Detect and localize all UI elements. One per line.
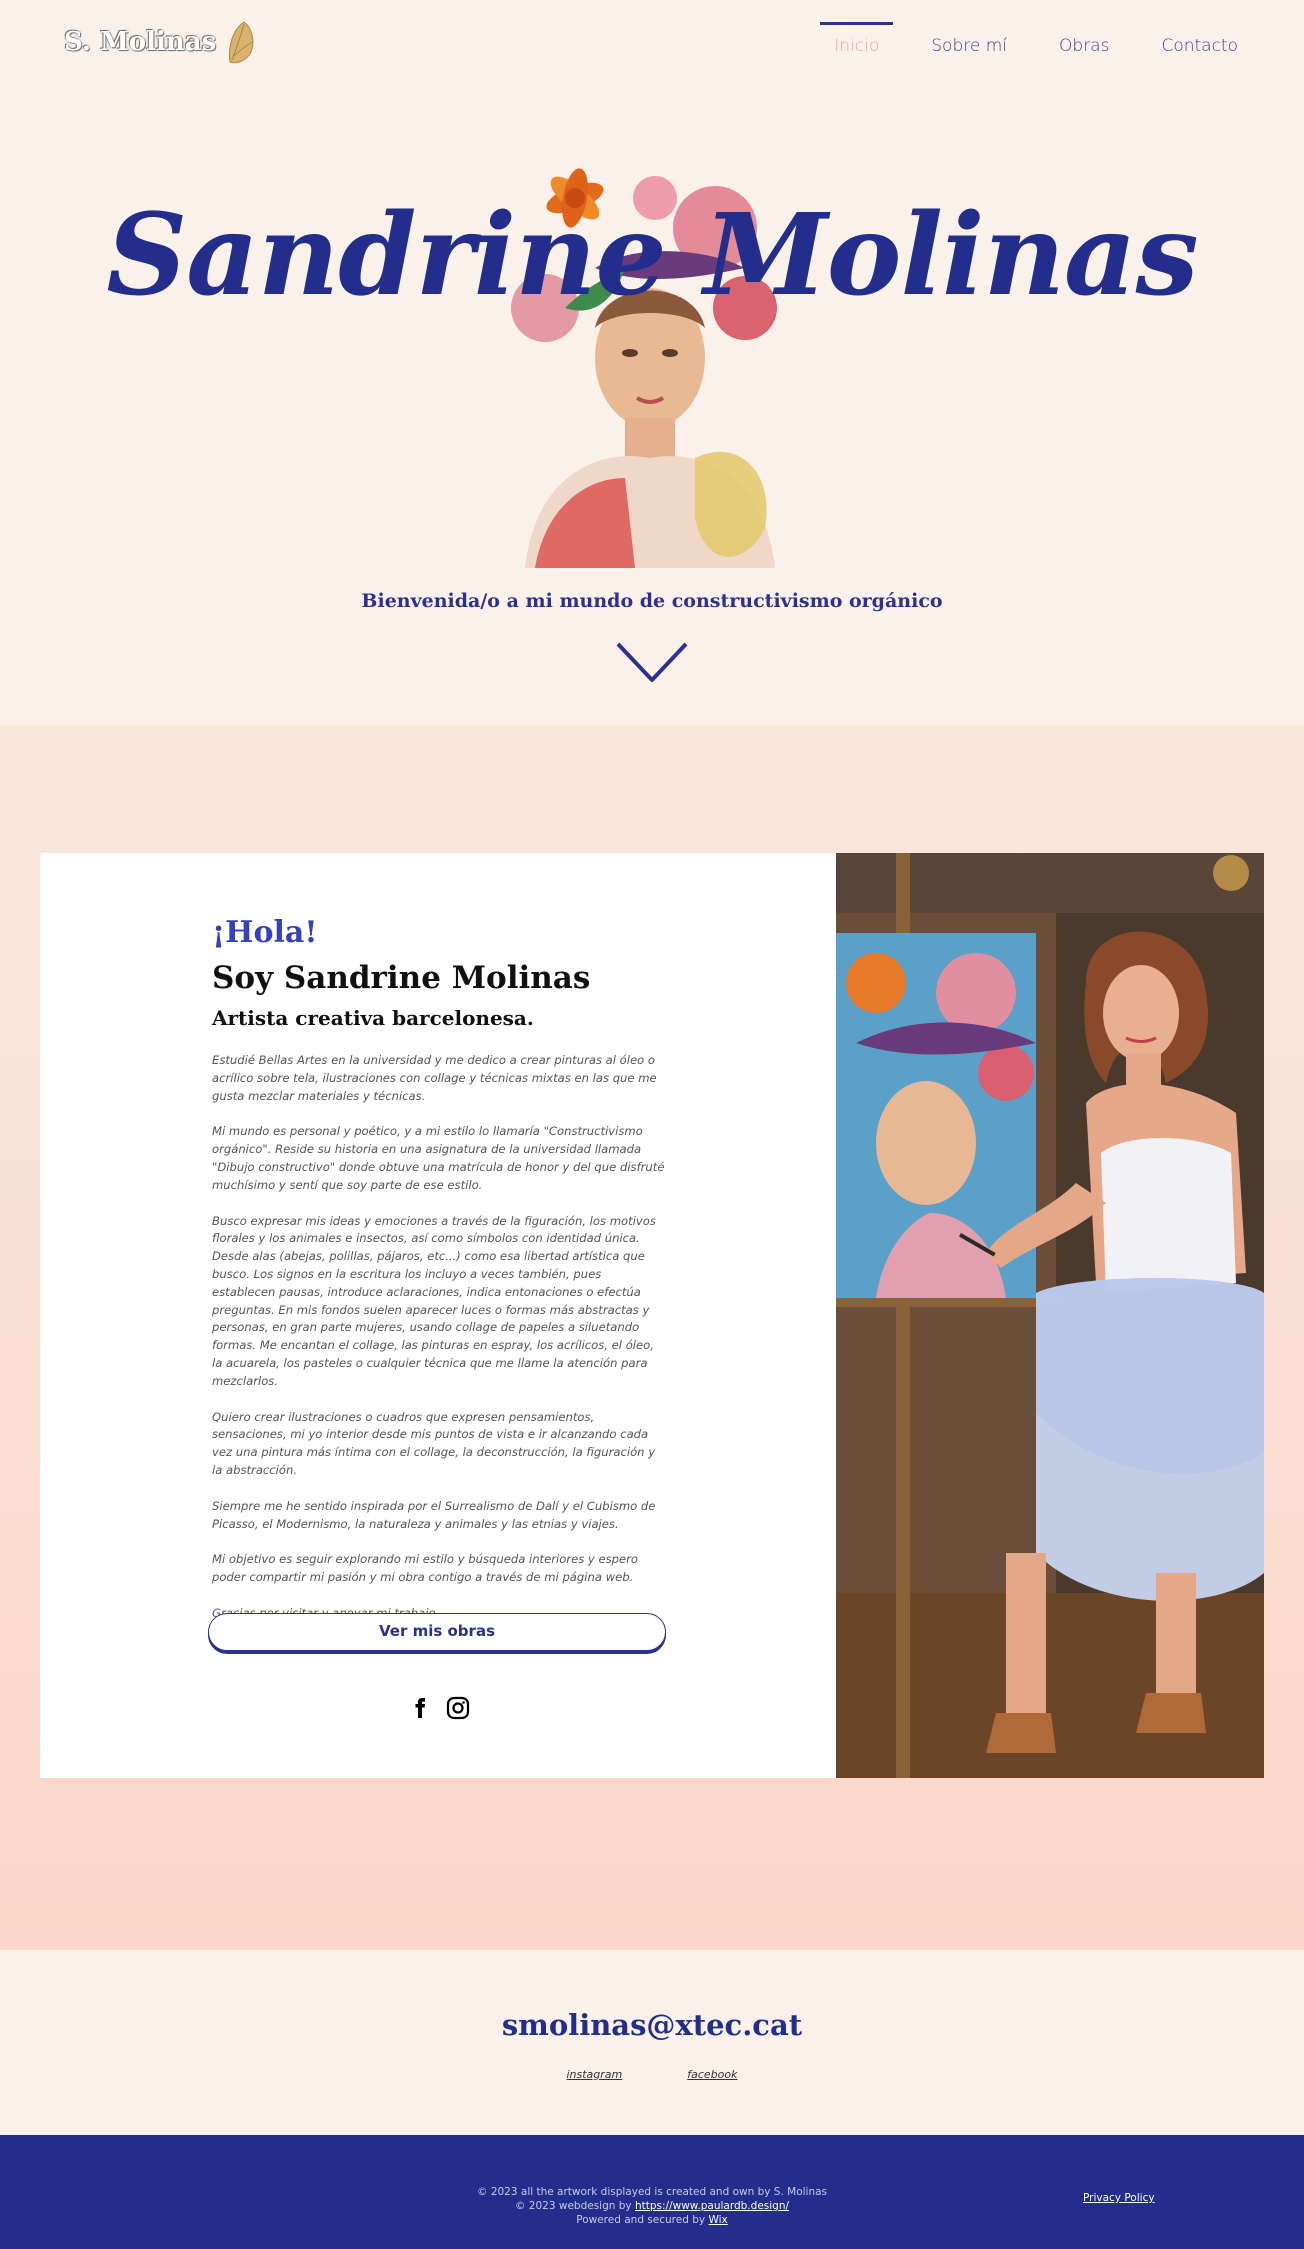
hero-section: Sandrine Molinas Bienvenida/o a mi mundo… <box>0 90 1304 725</box>
footer-webdesign-label: © 2023 webdesign by <box>514 2200 635 2212</box>
bio-paragraph: Quiero crear ilustraciones o cuadros que… <box>212 1409 656 1477</box>
about-card: ¡Hola! Soy Sandrine Molinas Artista crea… <box>40 853 836 1778</box>
footer-powered: Powered and secured by Wix <box>0 2213 1304 2227</box>
artist-photo-image <box>836 853 1264 1778</box>
about-content: ¡Hola! Soy Sandrine Molinas Artista crea… <box>212 915 702 1641</box>
nav-item-inicio[interactable]: Inicio <box>808 22 905 70</box>
instagram-link[interactable]: instagram <box>566 2068 622 2081</box>
wix-link[interactable]: Wix <box>708 2214 727 2226</box>
contact-section: smolinas@xtec.cat instagram facebook <box>0 1950 1304 2135</box>
site-footer: © 2023 all the artwork displayed is crea… <box>0 2135 1304 2249</box>
webdesign-link[interactable]: https://www.paulardb.design/ <box>635 2200 789 2212</box>
view-works-button[interactable]: Ver mis obras <box>208 1613 666 1651</box>
bio-paragraph: Siempre me he sentido inspirada por el S… <box>212 1498 656 1531</box>
footer-powered-label: Powered and secured by <box>576 2214 709 2226</box>
main-nav: Inicio Sobre mí Obras Contacto <box>808 22 1264 70</box>
facebook-link[interactable]: facebook <box>687 2068 737 2081</box>
nav-item-obras[interactable]: Obras <box>1033 22 1135 70</box>
artist-photo <box>836 853 1264 1778</box>
instagram-icon[interactable] <box>446 1696 470 1720</box>
chevron-down-icon[interactable] <box>616 642 688 684</box>
hero-subtitle: Bienvenida/o a mi mundo de constructivis… <box>361 590 943 612</box>
email-link[interactable]: smolinas@xtec.cat <box>0 2008 1304 2042</box>
nav-item-contacto[interactable]: Contacto <box>1135 22 1264 70</box>
hero-title: Sandrine Molinas <box>106 190 1198 321</box>
site-logo[interactable]: S. Molinas <box>64 20 256 64</box>
site-header: S. Molinas Inicio Sobre mí Obras Contact… <box>0 0 1304 90</box>
bio-paragraph: Mi objetivo es seguir explorando mi esti… <box>212 1552 639 1585</box>
about-heading: Soy Sandrine Molinas <box>212 960 591 996</box>
about-subheading: Artista creativa barcelonesa. <box>212 1006 534 1030</box>
bio-paragraph: Mi mundo es personal y poético, y a mi e… <box>212 1124 665 1192</box>
butterfly-wing-icon <box>229 21 254 64</box>
bio-paragraph: Busco expresar mis ideas y emociones a t… <box>212 1213 656 1388</box>
nav-item-sobre-mi[interactable]: Sobre mí <box>905 22 1033 70</box>
bio-text: Estudié Bellas Artes en la universidad y… <box>212 1052 667 1623</box>
privacy-policy-link[interactable]: Privacy Policy <box>1083 2192 1155 2204</box>
logo-text: S. Molinas <box>64 27 217 57</box>
bio-paragraph: Estudié Bellas Artes en la universidad y… <box>212 1053 657 1103</box>
social-links <box>408 1696 470 1720</box>
greeting: ¡Hola! <box>212 915 318 950</box>
contact-social-links: instagram facebook <box>0 2068 1304 2081</box>
facebook-icon[interactable] <box>408 1696 432 1720</box>
